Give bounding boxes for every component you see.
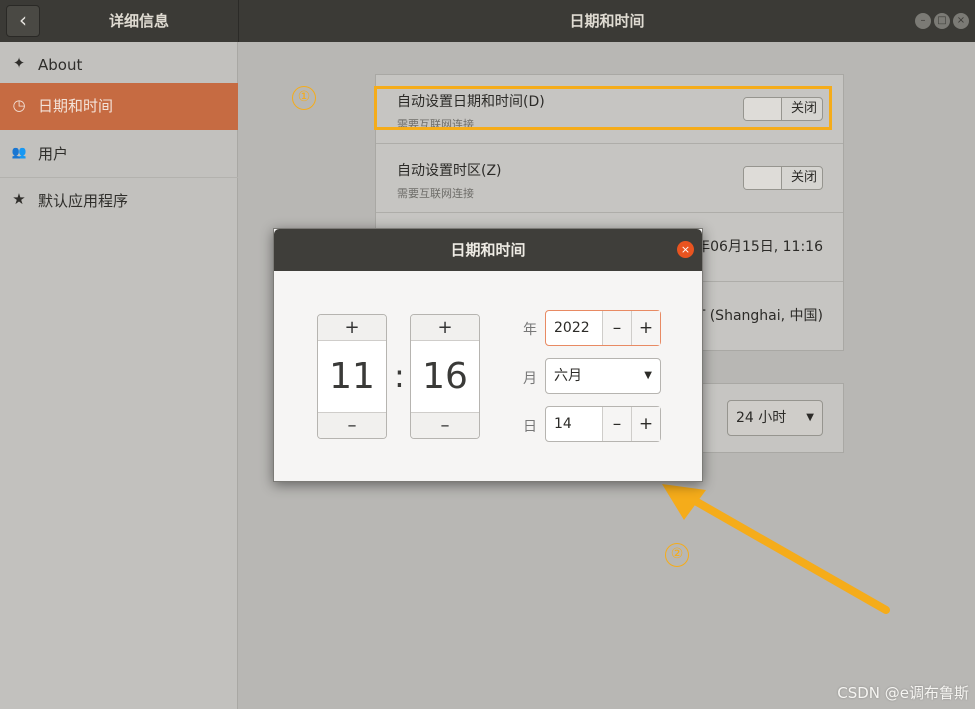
- annotation-number-two: ②: [665, 543, 689, 567]
- minus-icon: –: [440, 415, 450, 436]
- dialog-title: 日期和时间: [450, 241, 526, 259]
- hour-value[interactable]: 11: [318, 341, 386, 412]
- dialog-close-button[interactable]: ×: [677, 241, 694, 258]
- day-spinbutton: 14 – +: [545, 406, 661, 442]
- year-label: 年: [523, 322, 537, 338]
- year-input[interactable]: 2022: [554, 311, 590, 345]
- minute-spinner: + 16 –: [410, 314, 480, 439]
- month-label: 月: [523, 371, 537, 387]
- month-value: 六月: [554, 368, 582, 384]
- chevron-down-icon: ▼: [644, 370, 652, 381]
- day-label: 日: [523, 419, 537, 435]
- day-decrement-button[interactable]: –: [602, 407, 631, 441]
- minute-increment-button[interactable]: +: [411, 315, 479, 341]
- datetime-dialog: 日期和时间 × + 11 – : + 16 – 年 2022 – + 月 六月 …: [273, 228, 703, 482]
- minus-icon: –: [347, 415, 357, 436]
- plus-icon: +: [638, 318, 654, 338]
- year-increment-button[interactable]: +: [631, 311, 660, 345]
- year-spinbutton: 2022 – +: [545, 310, 661, 346]
- watermark: CSDN @e调布鲁斯: [837, 684, 969, 702]
- hour-increment-button[interactable]: +: [318, 315, 386, 341]
- time-separator: :: [394, 357, 405, 395]
- minute-value[interactable]: 16: [411, 341, 479, 412]
- minute-decrement-button[interactable]: –: [411, 412, 479, 438]
- day-increment-button[interactable]: +: [631, 407, 660, 441]
- dialog-header: 日期和时间 ×: [274, 229, 702, 271]
- close-icon: ×: [680, 243, 691, 256]
- plus-icon: +: [437, 317, 453, 338]
- day-input[interactable]: 14: [554, 407, 572, 441]
- minus-icon: –: [612, 318, 622, 338]
- hour-decrement-button[interactable]: –: [318, 412, 386, 438]
- plus-icon: +: [344, 317, 360, 338]
- minus-icon: –: [612, 414, 622, 434]
- year-decrement-button[interactable]: –: [602, 311, 631, 345]
- hour-spinner: + 11 –: [317, 314, 387, 439]
- plus-icon: +: [638, 414, 654, 434]
- month-dropdown[interactable]: 六月 ▼: [545, 358, 661, 394]
